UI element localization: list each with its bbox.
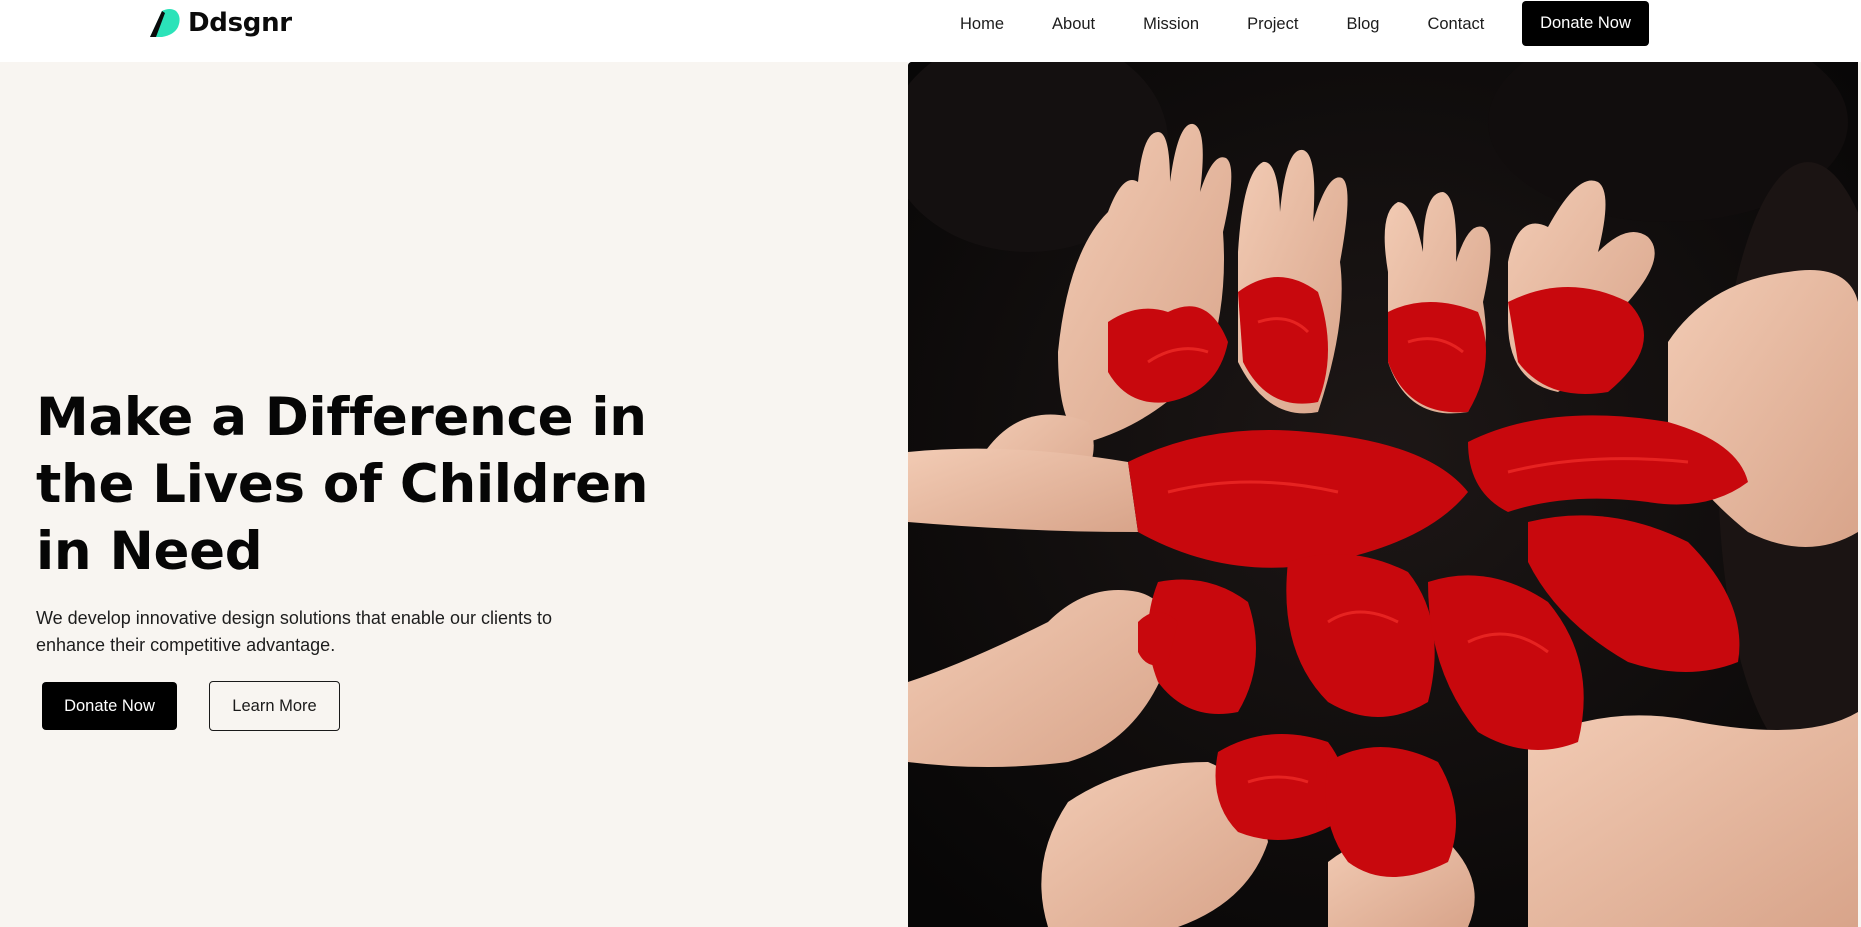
red-painted-hands-photo (908, 62, 1858, 927)
nav-mission[interactable]: Mission (1143, 15, 1199, 34)
hero-donate-button[interactable]: Donate Now (42, 682, 177, 730)
leaf-logo-icon (150, 9, 180, 37)
learn-more-button[interactable]: Learn More (209, 681, 340, 731)
header-donate-button[interactable]: Donate Now (1522, 1, 1649, 46)
nav-home[interactable]: Home (960, 15, 1004, 34)
hero-image (908, 62, 1858, 927)
nav-project[interactable]: Project (1247, 15, 1298, 34)
brand-logo[interactable]: Ddsgnr (148, 6, 292, 40)
brand-name: Ddsgnr (188, 8, 292, 38)
nav-about[interactable]: About (1052, 15, 1095, 34)
nav-contact[interactable]: Contact (1427, 15, 1484, 34)
site-header: Ddsgnr Home About Mission Project Blog C… (0, 0, 1861, 62)
main-nav: Home About Mission Project Blog Contact (936, 0, 1532, 48)
nav-blog[interactable]: Blog (1346, 15, 1379, 34)
hero-subtitle: We develop innovative design solutions t… (36, 608, 552, 655)
hero-title: Make a Difference in the Lives of Childr… (36, 387, 649, 582)
